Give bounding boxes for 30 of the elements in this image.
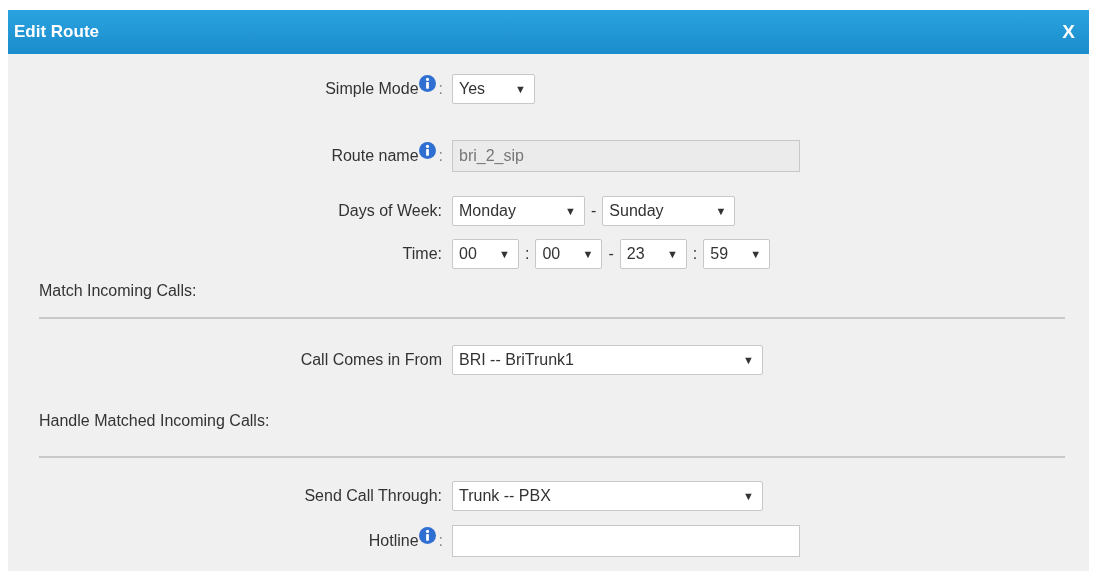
field-label: Send Call Through: bbox=[304, 487, 442, 505]
window-title: Edit Route bbox=[14, 22, 99, 42]
dropdown[interactable]: 00 ▼ bbox=[535, 239, 603, 269]
dropdown[interactable]: 59 ▼ bbox=[703, 239, 771, 269]
info-icon[interactable] bbox=[418, 74, 436, 92]
dropdown[interactable]: BRI -- BriTrunk1 ▼ bbox=[452, 345, 763, 375]
colon-text: : bbox=[438, 80, 443, 98]
info-icon[interactable] bbox=[418, 141, 436, 159]
separator-text: - bbox=[608, 245, 614, 263]
text-field[interactable] bbox=[452, 525, 800, 557]
dropdown[interactable]: 23 ▼ bbox=[619, 239, 687, 269]
field-label: Days of Week: bbox=[338, 202, 442, 220]
dropdown[interactable]: 00 ▼ bbox=[452, 239, 519, 269]
dropdown[interactable]: Monday ▼ bbox=[452, 196, 585, 226]
field-label: Simple Mode bbox=[325, 80, 419, 98]
field-label: Hotline bbox=[368, 532, 419, 550]
dropdown[interactable]: Trunk -- PBX ▼ bbox=[452, 481, 763, 511]
colon-text: : bbox=[438, 147, 443, 165]
separator-text: - bbox=[591, 202, 597, 220]
section-heading: Handle Matched Incoming Calls: bbox=[39, 412, 271, 431]
field-label: Call Comes in From bbox=[300, 351, 442, 369]
separator-text: : bbox=[525, 245, 530, 263]
field-label: Route name bbox=[331, 147, 419, 165]
separator-text: : bbox=[692, 245, 698, 263]
field-label: Time: bbox=[402, 245, 442, 263]
colon-text: : bbox=[438, 532, 443, 550]
dropdown[interactable]: Sunday ▼ bbox=[602, 196, 736, 226]
section-heading: Match Incoming Calls: bbox=[39, 282, 198, 301]
dropdown[interactable]: Yes ▼ bbox=[452, 74, 535, 104]
info-icon[interactable] bbox=[418, 526, 436, 544]
